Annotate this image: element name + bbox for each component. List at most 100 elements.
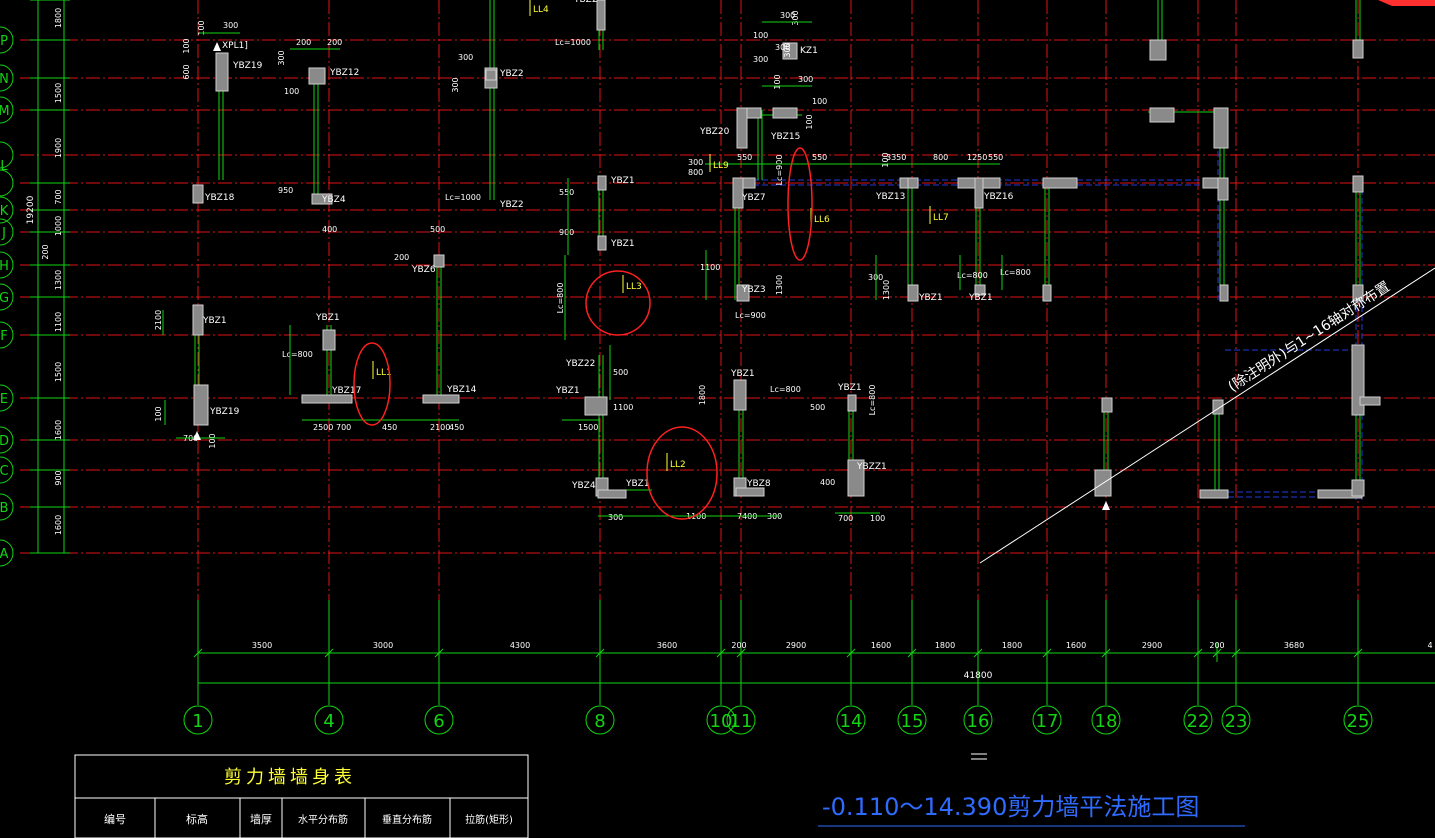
axis-label-h: H bbox=[0, 259, 9, 274]
small-dimension: 300 bbox=[223, 21, 238, 30]
boundary-element bbox=[1149, 39, 1167, 61]
small-dimension: 900 bbox=[559, 228, 574, 237]
axis-label-h: M bbox=[0, 104, 10, 119]
axis-label: 4 bbox=[323, 711, 334, 732]
bottom-dim-value: 4300 bbox=[510, 641, 530, 650]
left-dim-value: 900 bbox=[54, 470, 63, 485]
boundary-element bbox=[308, 67, 326, 85]
highlight-ellipse bbox=[585, 270, 651, 336]
beam-lines bbox=[735, 115, 1363, 500]
small-dimension: Lc=900 bbox=[735, 311, 766, 320]
boundary-element bbox=[597, 175, 607, 191]
boundary-element bbox=[847, 394, 857, 412]
small-dimension: 100 bbox=[284, 87, 299, 96]
total-dimension: 41800 bbox=[964, 671, 993, 681]
bottom-dim-value: 200 bbox=[731, 641, 746, 650]
small-dimension: 200 bbox=[296, 38, 311, 47]
boundary-element bbox=[215, 52, 229, 92]
left-dim-value: 1100 bbox=[54, 312, 63, 332]
section-marker bbox=[213, 42, 221, 51]
link-beam-label: LL7 bbox=[933, 213, 949, 223]
axis-label-h: B bbox=[0, 501, 8, 516]
axis-label: 18 bbox=[1095, 711, 1118, 732]
table-title: 剪力墙墙身表 bbox=[224, 767, 356, 788]
boundary-element bbox=[301, 394, 353, 404]
boundary-element bbox=[974, 177, 984, 209]
wall-label: YBZ1 bbox=[610, 176, 635, 186]
wall-label: YBZ1 bbox=[968, 293, 993, 303]
wall-label: YBZ1 bbox=[625, 479, 650, 489]
bottom-dim-value: 3600 bbox=[657, 641, 677, 650]
boundary-element bbox=[1352, 39, 1364, 59]
bottom-dim-value: 1600 bbox=[1066, 641, 1086, 650]
small-dimension: 1100 bbox=[700, 263, 720, 272]
boundary-element bbox=[1199, 489, 1229, 499]
axis-label-h: L bbox=[0, 159, 8, 174]
wall-label: YBZ17 bbox=[331, 386, 361, 396]
wall-label: YBZ19 bbox=[232, 61, 263, 71]
wall-label: YBZ1 bbox=[555, 386, 580, 396]
bottom-dim-value: 3680 bbox=[1284, 641, 1304, 650]
bottom-dim-value: 1800 bbox=[1002, 641, 1022, 650]
boundary-element bbox=[192, 184, 204, 204]
small-dimension: 300 bbox=[277, 50, 286, 65]
wall-label: YBZ1 bbox=[918, 293, 943, 303]
wall-label: YBZ2 bbox=[499, 69, 524, 79]
bottom-dim-value: 1800 bbox=[935, 641, 955, 650]
small-dimension: 500 bbox=[613, 368, 628, 377]
highlight-ellipse bbox=[353, 342, 391, 426]
wall-label: YBZ18 bbox=[204, 193, 235, 203]
left-dim-value: 1900 bbox=[54, 138, 63, 158]
boundary-element bbox=[1042, 284, 1052, 302]
left-dim-value: 1600 bbox=[54, 515, 63, 535]
small-dimension: 100 bbox=[812, 97, 827, 106]
boundary-element bbox=[772, 107, 798, 119]
wall-label: YBZ13 bbox=[875, 192, 905, 202]
axis-label-h: E bbox=[0, 392, 8, 407]
small-dimension: 400 bbox=[322, 225, 337, 234]
cad-drawing[interactable]: 1 4 6 8 1011 14 15 16 17 18 22 23 25PNMLKJHGFEDCBA 1… bbox=[0, 0, 1435, 838]
axis-label: 14 bbox=[840, 711, 863, 732]
wall-label: YBZ7 bbox=[741, 193, 766, 203]
small-dimension: 550 bbox=[559, 188, 574, 197]
table-header-3: 墙厚 bbox=[250, 812, 272, 826]
table-header-5: 垂直分布筋 bbox=[382, 813, 432, 826]
small-dimension: 800 bbox=[688, 168, 703, 177]
wall-label: YBZ1 bbox=[315, 313, 340, 323]
small-dimension: Lc=1000 bbox=[555, 38, 591, 47]
link-beam-label: LL9 bbox=[713, 161, 729, 171]
boundary-element bbox=[1213, 107, 1229, 149]
drawing-canvas[interactable]: 1 4 6 8 10 11 14 15 16 17 18 22 23 25 P N M L K J H G F E D C B A 1… bbox=[0, 0, 1435, 838]
small-dimension: 1250 bbox=[967, 153, 987, 162]
boundary-element bbox=[1359, 396, 1381, 406]
small-dimension: Lc=800 bbox=[957, 271, 988, 280]
small-dimension: 2100 bbox=[154, 310, 163, 330]
boundary-element bbox=[422, 394, 460, 404]
bottom-dim-value: 3500 bbox=[252, 641, 272, 650]
small-dimension: Lc=900 bbox=[775, 155, 784, 186]
small-dimension: 300 bbox=[688, 158, 703, 167]
small-dimension: 700 bbox=[838, 514, 853, 523]
boundary-element bbox=[192, 304, 204, 336]
small-dimension: 1300 bbox=[775, 275, 784, 295]
axis-label-h: K bbox=[0, 204, 9, 219]
axis-label: 11 bbox=[730, 711, 753, 732]
boundary-element bbox=[1217, 177, 1229, 201]
small-dimension: 3350 bbox=[886, 153, 906, 162]
shear-walls bbox=[192, 0, 1381, 499]
wall-label: YBZ3 bbox=[741, 285, 766, 295]
small-dimension: 100 bbox=[753, 31, 768, 40]
boundary-element bbox=[322, 329, 336, 351]
bottom-dim-value: 3000 bbox=[373, 641, 393, 650]
axis-label-h: P bbox=[0, 34, 8, 49]
small-dimension: 400 bbox=[820, 478, 835, 487]
wall-label: YBZ20 bbox=[699, 127, 730, 137]
small-dimension: 300 bbox=[608, 513, 623, 522]
left-dim-value: 1300 bbox=[54, 270, 63, 290]
link-beam-label: LL4 bbox=[533, 5, 549, 15]
wall-label: YBZ16 bbox=[983, 192, 1014, 202]
axis-label: 17 bbox=[1036, 711, 1059, 732]
boundary-element bbox=[735, 487, 765, 497]
small-dimension: 100 bbox=[805, 114, 814, 129]
axis-label-h: C bbox=[0, 464, 9, 479]
